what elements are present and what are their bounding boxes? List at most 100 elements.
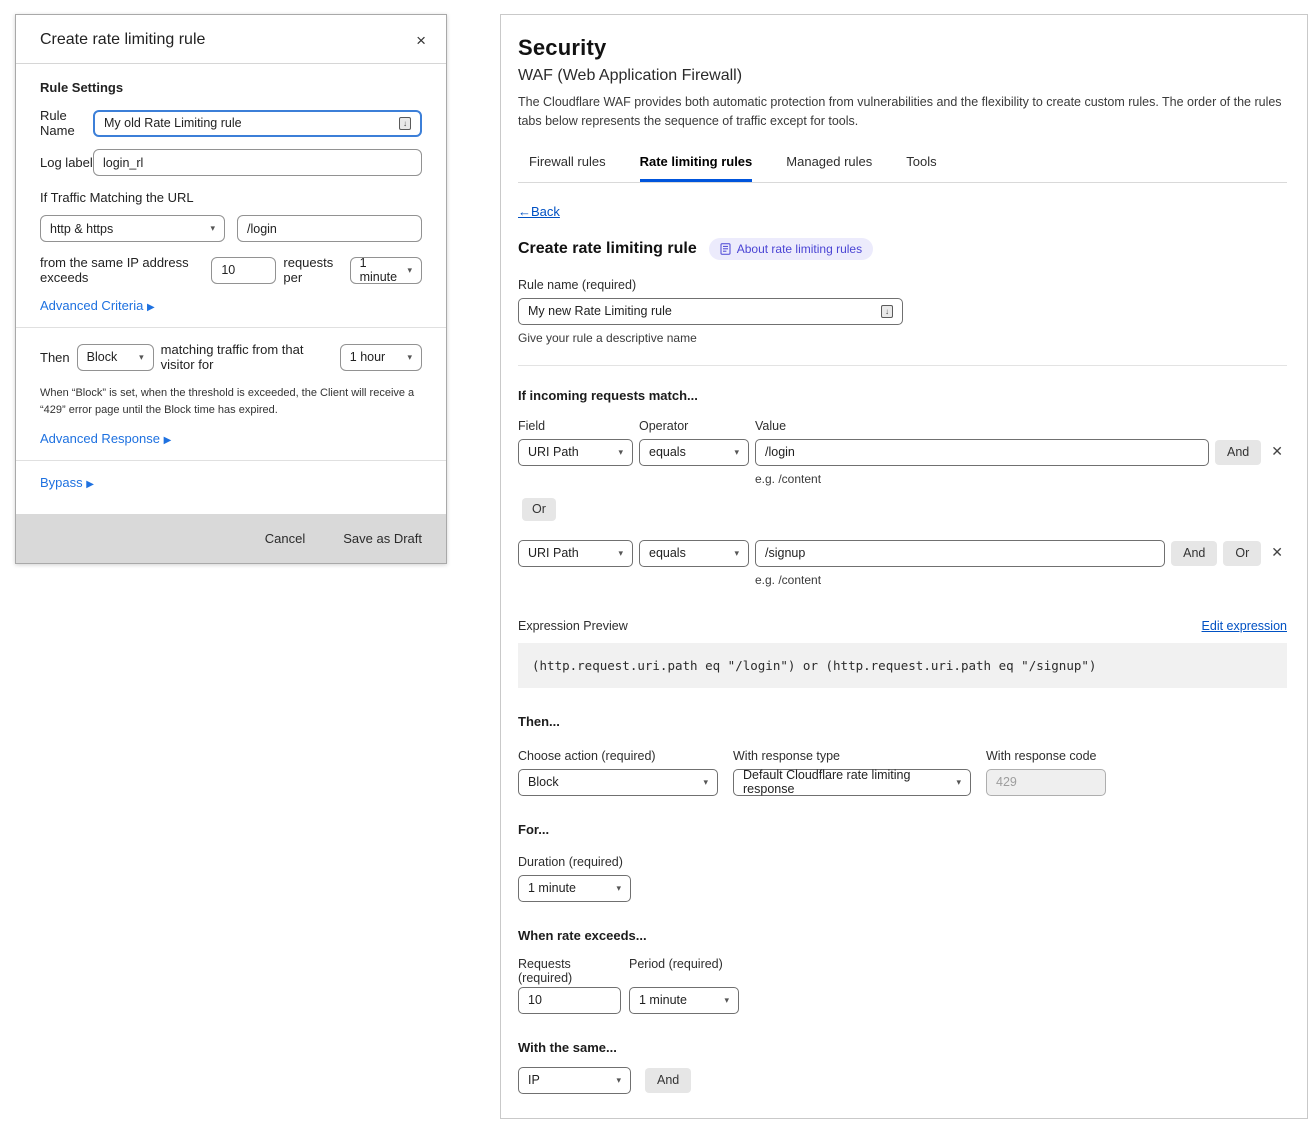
dialog-body: Rule Settings Rule Name My old Rate Limi… [16, 64, 446, 510]
page-subtitle: WAF (Web Application Firewall) [518, 67, 1287, 85]
chevron-down-icon: ▾ [703, 777, 708, 788]
duration-value: 1 minute [528, 881, 576, 895]
triangle-right-icon: ▶ [164, 435, 172, 446]
and-button[interactable]: And [1215, 440, 1261, 465]
form-heading: Create rate limiting rule [518, 240, 697, 258]
close-icon[interactable]: × [416, 32, 426, 49]
back-label: Back [531, 204, 560, 219]
log-label-label: Log label [40, 155, 93, 170]
divider [518, 365, 1287, 366]
field-select[interactable]: URI Path ▾ [518, 540, 633, 567]
same-and-button[interactable]: And [645, 1068, 691, 1093]
url-input[interactable]: /login [237, 215, 422, 242]
rate-period-label: Period (required) [629, 957, 739, 985]
rule-name-helper: Give your rule a descriptive name [518, 331, 1287, 345]
rule-name-label: Rule name (required) [518, 278, 1287, 292]
edit-expression-link[interactable]: Edit expression [1202, 619, 1287, 633]
tab-tools[interactable]: Tools [906, 148, 936, 182]
autofill-icon: ↓ [881, 305, 893, 318]
expression-preview-label: Expression Preview [518, 619, 628, 633]
then-row: Then Block ▾ matching traffic from that … [40, 342, 422, 372]
operator-select[interactable]: equals ▾ [639, 540, 749, 567]
cancel-button[interactable]: Cancel [265, 531, 305, 546]
rate-period-select[interactable]: 1 minute ▾ [629, 987, 739, 1014]
advanced-response-link[interactable]: Advanced Response ▶ [40, 431, 422, 446]
chevron-down-icon: ▾ [734, 447, 739, 458]
requests-value: 10 [528, 993, 542, 1007]
block-note: When “Block” is set, when the threshold … [40, 385, 422, 419]
log-label-input[interactable]: login_rl [93, 149, 422, 176]
log-label-row: Log label login_rl [40, 149, 422, 176]
or-button[interactable]: Or [522, 498, 556, 521]
tab-firewall-rules[interactable]: Firewall rules [529, 148, 606, 182]
response-code-input: 429 [986, 769, 1106, 796]
bypass-link[interactable]: Bypass ▶ [40, 475, 422, 490]
advanced-response-label: Advanced Response [40, 431, 160, 446]
tab-rate-limiting-rules[interactable]: Rate limiting rules [640, 148, 753, 182]
action-label: Choose action (required) [518, 749, 718, 763]
chevron-down-icon: ▾ [407, 265, 412, 276]
action-value: Block [87, 350, 118, 364]
operator-select[interactable]: equals ▾ [639, 439, 749, 466]
characteristic-select[interactable]: IP ▾ [518, 1067, 631, 1094]
value-column: /signup e.g. /content [755, 540, 1165, 587]
and-button[interactable]: And [1171, 541, 1217, 566]
dialog-header: Create rate limiting rule × [16, 15, 446, 64]
advanced-criteria-link[interactable]: Advanced Criteria ▶ [40, 298, 422, 313]
remove-condition-icon[interactable]: ✕ [1267, 544, 1287, 561]
field-select[interactable]: URI Path ▾ [518, 439, 633, 466]
operator-value: equals [649, 445, 686, 459]
requests-input[interactable]: 10 [211, 257, 276, 284]
then-heading: Then... [518, 714, 1287, 729]
scheme-select[interactable]: http & https ▾ [40, 215, 225, 242]
response-type-column: With response type Default Cloudflare ra… [733, 731, 971, 796]
divider [16, 460, 446, 461]
rule-settings-heading: Rule Settings [40, 80, 422, 95]
match-heading: If incoming requests match... [518, 388, 1287, 403]
value-input[interactable]: /signup [755, 540, 1165, 567]
rule-name-value: My old Rate Limiting rule [104, 116, 242, 130]
rate-period-value: 1 minute [639, 993, 687, 1007]
waf-panel: Security WAF (Web Application Firewall) … [500, 14, 1308, 1119]
field-column-label: Field [518, 419, 633, 433]
then-middle: matching traffic from that visitor for [161, 342, 333, 372]
field-value: URI Path [528, 546, 579, 560]
back-link[interactable]: ←Back [518, 204, 560, 219]
rule-name-row: Rule Name My old Rate Limiting rule ↓ [40, 108, 422, 138]
scheme-value: http & https [50, 222, 113, 236]
period-select[interactable]: 1 minute ▾ [350, 257, 422, 284]
remove-condition-icon[interactable]: ✕ [1267, 443, 1287, 460]
requests-input[interactable]: 10 [518, 987, 621, 1014]
rule-name-input[interactable]: My old Rate Limiting rule ↓ [93, 110, 422, 137]
value-column-label: Value [755, 419, 1287, 433]
response-code-label: With response code [986, 749, 1106, 763]
autofill-icon: ↓ [399, 117, 411, 130]
response-type-select[interactable]: Default Cloudflare rate limiting respons… [733, 769, 971, 796]
back-arrow-icon: ← [518, 204, 531, 219]
action-value: Block [528, 775, 559, 789]
duration-select[interactable]: 1 hour ▾ [340, 344, 422, 371]
expression-header: Expression Preview Edit expression [518, 619, 1287, 633]
save-as-draft-button[interactable]: Save as Draft [343, 531, 422, 546]
then-label: Then [40, 350, 70, 365]
chevron-down-icon: ▾ [618, 447, 623, 458]
tab-bar: Firewall rules Rate limiting rules Manag… [518, 148, 1287, 183]
condition-row: URI Path ▾ equals ▾ /signup e.g. /conten… [518, 540, 1287, 587]
legacy-rate-limiting-dialog: Create rate limiting rule × Rule Setting… [15, 14, 447, 564]
characteristic-value: IP [528, 1073, 540, 1087]
advanced-criteria-label: Advanced Criteria [40, 298, 143, 313]
for-heading: For... [518, 822, 1287, 837]
rate-controls: 10 1 minute ▾ [518, 987, 1287, 1014]
action-select[interactable]: Block ▾ [77, 344, 154, 371]
chevron-down-icon: ▾ [139, 352, 144, 363]
action-select[interactable]: Block ▾ [518, 769, 718, 796]
tab-managed-rules[interactable]: Managed rules [786, 148, 872, 182]
rule-name-input[interactable]: My new Rate Limiting rule ↓ [518, 298, 903, 325]
about-rate-limiting-badge[interactable]: About rate limiting rules [709, 238, 873, 260]
value-input[interactable]: /login [755, 439, 1209, 466]
duration-select[interactable]: 1 minute ▾ [518, 875, 631, 902]
value-text: /signup [765, 546, 805, 560]
or-button[interactable]: Or [1223, 541, 1261, 566]
response-code-value: 429 [996, 775, 1017, 789]
same-controls: IP ▾ And [518, 1067, 1287, 1094]
